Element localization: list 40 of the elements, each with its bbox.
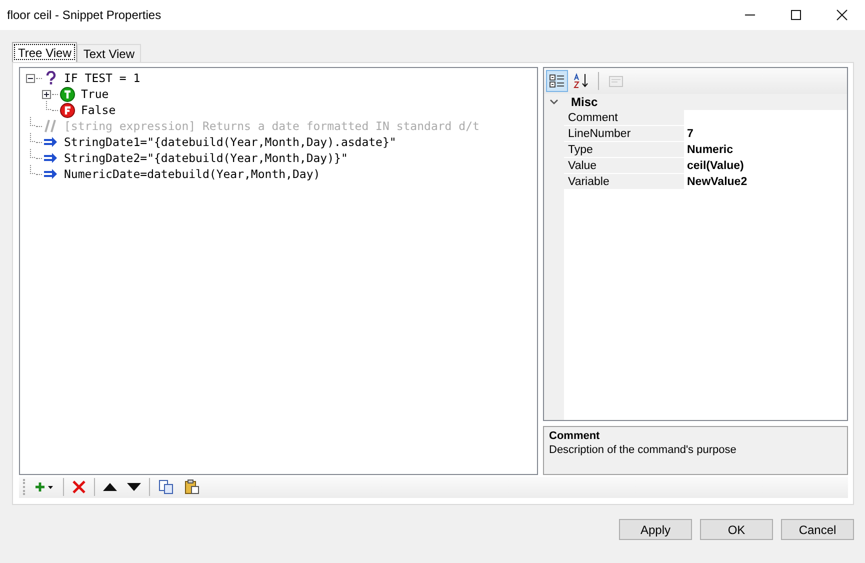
tree-node[interactable]: StringDate2="{datebuild(Year,Month,Day)}" (64, 151, 348, 165)
tree-node[interactable]: StringDate1="{datebuild(Year,Month,Day).asdate}" (64, 135, 396, 149)
tree-node[interactable]: IF TEST = 1 (64, 71, 140, 85)
window-icon (608, 73, 624, 89)
tab[interactable]: Text View (77, 44, 140, 62)
dialog-button[interactable]: Apply (619, 519, 692, 540)
double-arrow-icon (44, 137, 58, 147)
property-name[interactable]: LineNumber (564, 126, 684, 142)
collapse-toggle[interactable] (26, 74, 35, 82)
expand-toggle[interactable] (42, 90, 51, 98)
double-arrow-icon (44, 153, 58, 163)
help-description: Description of the command's purpose (549, 444, 738, 456)
t-circle-icon (60, 86, 75, 102)
tab[interactable]: Tree View (12, 42, 78, 62)
maximize-icon[interactable] (790, 9, 802, 21)
help-title: Comment (549, 430, 601, 442)
question-mark-icon (44, 71, 58, 85)
property-value[interactable]: NewValue2 (684, 176, 748, 188)
property-name[interactable]: Type (564, 142, 684, 158)
double-arrow-icon (44, 169, 58, 179)
chevron-down-icon[interactable] (549, 98, 559, 106)
tree-node[interactable]: False (81, 103, 116, 117)
slashes-icon (44, 119, 58, 133)
tree-node[interactable]: NumericDate=datebuild(Year,Month,Day) (64, 167, 320, 181)
categorized-button[interactable] (546, 70, 568, 92)
dialog-button[interactable]: Cancel (781, 519, 854, 540)
close-icon[interactable] (836, 9, 848, 21)
move-down-button[interactable] (125, 481, 143, 494)
window-title: floor ceil - Snippet Properties (7, 8, 162, 22)
dialog-button[interactable]: OK (700, 519, 773, 540)
property-name[interactable]: Comment (564, 110, 684, 126)
f-circle-icon (60, 102, 75, 118)
property-value[interactable]: 7 (684, 128, 694, 140)
tree-node[interactable]: True (81, 87, 109, 101)
property-name[interactable]: Variable (564, 174, 684, 190)
move-up-button[interactable] (101, 481, 119, 494)
property-value[interactable]: Numeric (684, 144, 734, 156)
category-label: Misc (571, 95, 598, 109)
property-name[interactable]: Value (564, 158, 684, 174)
property-value[interactable]: ceil(Value) (684, 160, 744, 172)
